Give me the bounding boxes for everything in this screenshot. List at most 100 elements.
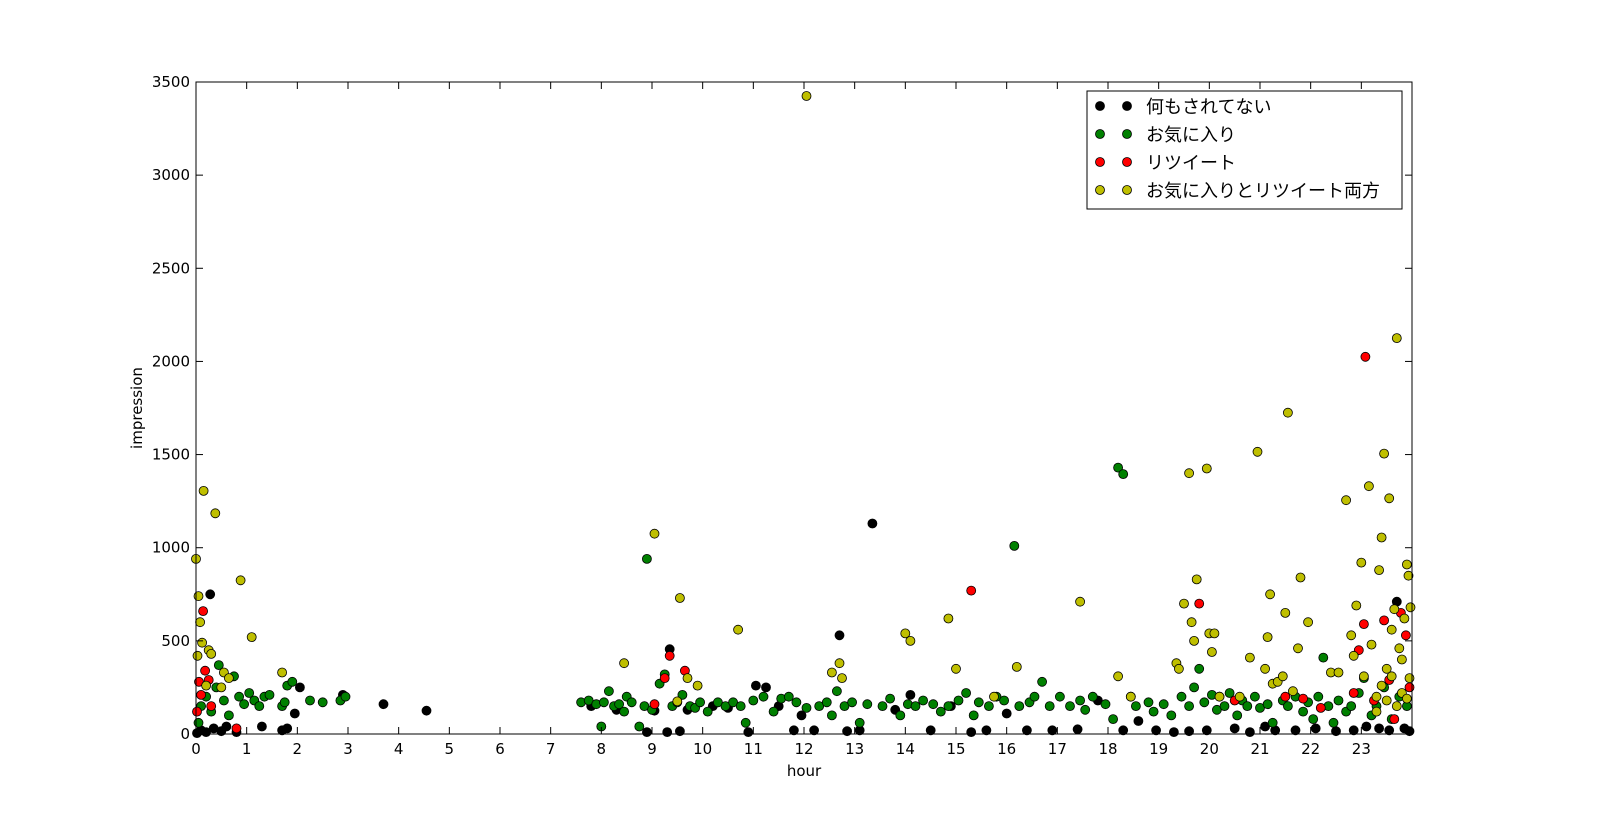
data-point-series-1 <box>239 699 250 710</box>
data-point-series-3 <box>1293 643 1303 654</box>
x-tick-label: 6 <box>495 740 505 758</box>
data-point-series-3 <box>1386 624 1397 635</box>
data-point-series-2 <box>1359 619 1369 629</box>
data-point-series-1 <box>935 706 946 717</box>
data-point-series-3 <box>1333 667 1344 678</box>
data-point-series-1 <box>1283 701 1293 711</box>
x-tick-label: 10 <box>693 740 712 758</box>
data-point-series-1 <box>1075 695 1085 706</box>
x-tick-label: 17 <box>1048 740 1067 758</box>
data-point-series-1 <box>634 721 645 732</box>
x-tick-label: 13 <box>845 740 864 758</box>
data-point-series-1 <box>1308 714 1319 724</box>
data-point-series-3 <box>1262 632 1273 642</box>
legend-marker <box>1095 185 1105 195</box>
data-point-series-3 <box>277 667 288 678</box>
data-point-series-0 <box>289 708 300 719</box>
data-point-series-3 <box>1402 693 1412 704</box>
data-point-series-1 <box>847 697 857 708</box>
data-point-series-0 <box>1348 725 1359 736</box>
data-point-series-1 <box>1184 701 1194 711</box>
data-point-series-3 <box>1113 671 1123 682</box>
data-point-series-3 <box>210 508 221 519</box>
legend-label-none: 何もされてない <box>1146 97 1271 118</box>
data-point-series-1 <box>1194 663 1205 674</box>
data-point-series-3 <box>1209 628 1220 639</box>
data-point-series-0 <box>662 727 673 737</box>
data-point-series-0 <box>867 518 878 529</box>
data-point-series-3 <box>1366 639 1377 650</box>
data-point-series-2 <box>1379 615 1389 626</box>
data-point-series-0 <box>1118 725 1129 736</box>
data-point-series-3 <box>1214 691 1225 702</box>
data-point-series-3 <box>1391 333 1402 344</box>
data-point-series-0 <box>294 682 305 693</box>
data-point-series-1 <box>1267 717 1278 728</box>
data-point-series-1 <box>1029 691 1040 702</box>
data-point-series-3 <box>1376 532 1387 543</box>
data-point-series-3 <box>1371 706 1382 717</box>
legend-marker <box>1095 157 1105 167</box>
data-point-series-3 <box>1207 647 1217 657</box>
x-tick-label: 11 <box>744 740 763 758</box>
data-point-series-3 <box>675 593 685 603</box>
data-point-series-3 <box>649 528 660 539</box>
data-point-series-1 <box>1250 691 1260 702</box>
data-point-series-3 <box>1277 671 1288 682</box>
data-point-series-3 <box>193 591 204 601</box>
data-point-series-0 <box>421 705 432 716</box>
data-point-series-1 <box>984 701 994 711</box>
data-point-series-3 <box>1174 663 1184 674</box>
data-point-series-2 <box>1401 630 1411 641</box>
data-point-series-3 <box>951 663 961 674</box>
legend-marker <box>1122 129 1132 139</box>
data-point-series-2 <box>1298 693 1308 704</box>
legend-marker <box>1122 101 1132 111</box>
data-point-series-1 <box>695 697 705 708</box>
data-point-series-1 <box>1148 706 1159 717</box>
data-point-series-1 <box>642 554 652 564</box>
data-point-series-3 <box>1402 559 1412 570</box>
data-point-series-2 <box>966 585 977 596</box>
data-point-series-3 <box>1260 663 1270 674</box>
data-point-series-3 <box>1265 589 1275 600</box>
data-point-series-3 <box>619 658 629 669</box>
x-tick-label: 4 <box>394 740 404 758</box>
data-point-series-1 <box>1158 699 1169 710</box>
data-point-series-0 <box>1229 723 1240 734</box>
data-point-series-3 <box>1179 598 1189 609</box>
data-point-series-2 <box>649 699 660 710</box>
y-tick-label: 2000 <box>152 352 190 370</box>
data-point-series-0 <box>1133 716 1144 726</box>
data-point-series-1 <box>1037 676 1047 687</box>
data-point-series-1 <box>999 695 1009 706</box>
data-point-series-0 <box>1001 708 1012 719</box>
data-point-series-3 <box>1397 654 1407 665</box>
data-point-series-3 <box>201 680 212 691</box>
data-point-series-1 <box>1176 691 1187 702</box>
x-tick-label: 12 <box>794 740 813 758</box>
data-point-series-1 <box>943 701 954 711</box>
data-point-series-3 <box>1386 671 1397 682</box>
data-point-series-3 <box>1376 680 1387 691</box>
data-point-series-1 <box>287 676 298 687</box>
x-tick-label: 1 <box>242 740 252 758</box>
x-tick-label: 22 <box>1301 740 1320 758</box>
data-point-series-3 <box>801 91 812 101</box>
data-point-series-3 <box>198 485 209 496</box>
data-point-series-1 <box>626 697 637 708</box>
data-point-series-3 <box>1234 691 1245 702</box>
data-point-series-0 <box>1290 725 1301 736</box>
data-point-series-3 <box>1364 481 1374 492</box>
x-tick-label: 20 <box>1200 740 1219 758</box>
data-point-series-1 <box>1118 469 1129 480</box>
data-point-series-1 <box>1328 717 1339 728</box>
data-point-series-1 <box>783 691 794 702</box>
data-point-series-1 <box>1080 704 1091 715</box>
y-tick-label: 1000 <box>152 539 190 557</box>
x-tick-label: 3 <box>343 740 353 758</box>
x-tick-label: 16 <box>997 740 1016 758</box>
data-point-series-3 <box>1011 662 1022 672</box>
scatter-chart: 0 1 2 3 4 5 6 7 8 9 10 11 12 13 14 15 16 17 18 19 20 21 22 23 0… <box>128 73 1416 780</box>
data-point-series-1 <box>1298 706 1308 717</box>
